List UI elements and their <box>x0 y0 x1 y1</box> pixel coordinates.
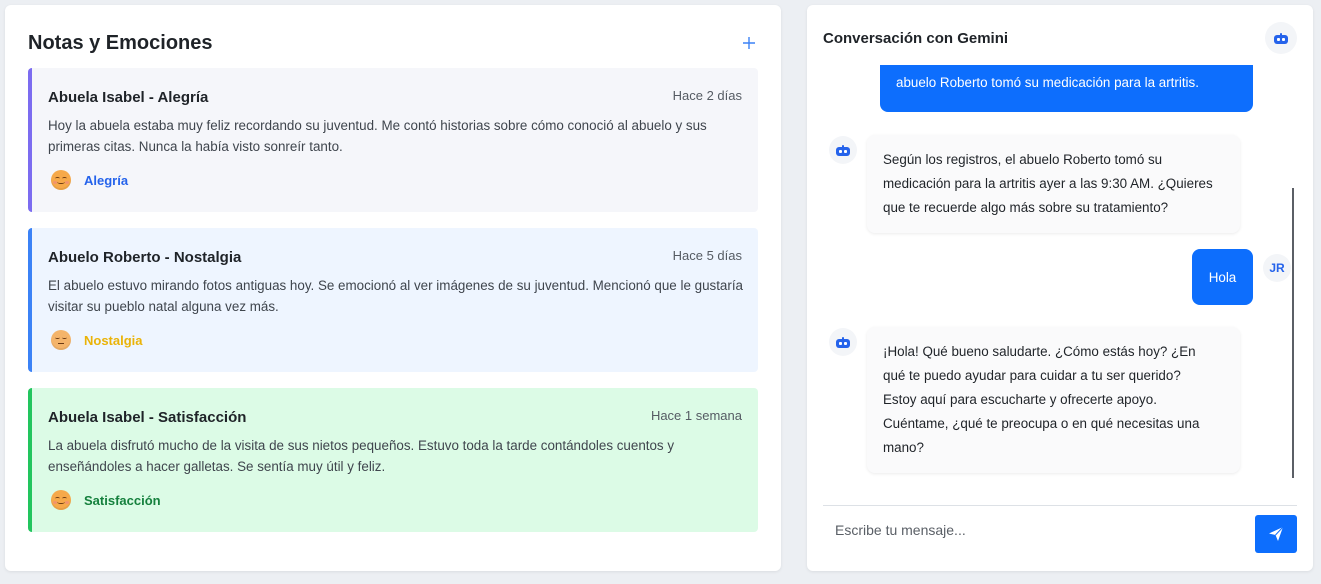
gemini-button[interactable] <box>1265 22 1297 54</box>
emotion-label: Alegría <box>84 172 129 188</box>
bot-message-line: que te recuerde algo más sobre su tratam… <box>883 200 1169 215</box>
bot-message-line: Según los registros, el abuelo Roberto t… <box>883 152 1163 167</box>
bot-message: ¡Hola! Qué bueno saludarte. ¿Cómo estás … <box>867 327 1240 473</box>
smiling-face-icon <box>51 490 71 510</box>
add-note-button[interactable] <box>739 33 759 53</box>
user-message: abuelo Roberto tomó su medicación para l… <box>880 65 1253 112</box>
send-icon <box>1269 526 1284 541</box>
notes-header: Notas y Emociones <box>28 30 759 56</box>
emotion-label: Nostalgia <box>84 332 143 348</box>
send-button[interactable] <box>1255 514 1297 553</box>
notes-title: Notas y Emociones <box>28 31 213 54</box>
robot-icon <box>836 144 850 156</box>
plus-icon <box>743 37 755 49</box>
bot-message-line: Estoy aquí para escucharte y ofrecerte a… <box>883 392 1157 407</box>
note-title: Abuela Isabel - Satisfacción <box>48 409 247 426</box>
user-avatar: JR <box>1263 254 1291 282</box>
bot-message-line: qué te puedo ayudar para cuidar a tu ser… <box>883 368 1181 383</box>
note-timestamp: Hace 5 días <box>672 248 742 263</box>
note-timestamp: Hace 1 semana <box>650 408 742 423</box>
bot-message: Según los registros, el abuelo Roberto t… <box>867 135 1240 233</box>
robot-icon <box>836 336 850 348</box>
note-emotion: Alegría <box>48 170 742 190</box>
bot-avatar <box>829 328 857 356</box>
note-title: Abuela Isabel - Alegría <box>48 89 209 106</box>
note-card[interactable]: Abuela Isabel - Satisfacción Hace 1 sema… <box>28 388 758 532</box>
bot-message-line: medicación para la artritis ayer a las 9… <box>883 176 1213 191</box>
scrollbar[interactable] <box>1292 188 1294 478</box>
note-emotion: Nostalgia <box>48 330 742 350</box>
user-message: Hola <box>1192 249 1253 305</box>
user-message-text: abuelo Roberto tomó su medicación para l… <box>896 75 1199 90</box>
chat-panel: Conversación con Gemini abuelo Roberto t… <box>807 5 1313 571</box>
chat-title: Conversación con Gemini <box>823 29 1009 47</box>
bot-message-line: Cuéntame, ¿qué te preocupa o en qué nece… <box>883 416 1200 431</box>
note-timestamp: Hace 2 días <box>672 88 742 103</box>
note-body: El abuelo estuvo mirando fotos antiguas … <box>48 278 744 314</box>
pensive-face-icon <box>51 330 71 350</box>
emotion-label: Satisfacción <box>84 492 161 508</box>
user-message-text: Hola <box>1208 269 1237 285</box>
note-body: Hoy la abuela estaba muy feliz recordand… <box>48 118 707 154</box>
bot-message-line: mano? <box>883 440 924 455</box>
note-title: Abuelo Roberto - Nostalgia <box>48 249 242 266</box>
bot-avatar <box>829 136 857 164</box>
notes-panel: Notas y Emociones Abuela Isabel - Alegrí… <box>5 5 781 571</box>
chat-header: Conversación con Gemini <box>823 22 1297 54</box>
bot-message-line: ¡Hola! Qué bueno saludarte. ¿Cómo estás … <box>883 344 1196 359</box>
smiling-face-icon <box>51 170 71 190</box>
note-card[interactable]: Abuela Isabel - Alegría Hace 2 días Hoy … <box>28 68 758 212</box>
message-input[interactable] <box>823 510 1255 549</box>
note-emotion: Satisfacción <box>48 490 742 510</box>
message-list[interactable]: abuelo Roberto tomó su medicación para l… <box>807 65 1313 505</box>
note-body: La abuela disfrutó mucho de la visita de… <box>48 438 675 474</box>
chat-input-bar <box>823 505 1297 553</box>
note-card[interactable]: Abuelo Roberto - Nostalgia Hace 5 días E… <box>28 228 758 372</box>
robot-icon <box>1274 32 1288 44</box>
